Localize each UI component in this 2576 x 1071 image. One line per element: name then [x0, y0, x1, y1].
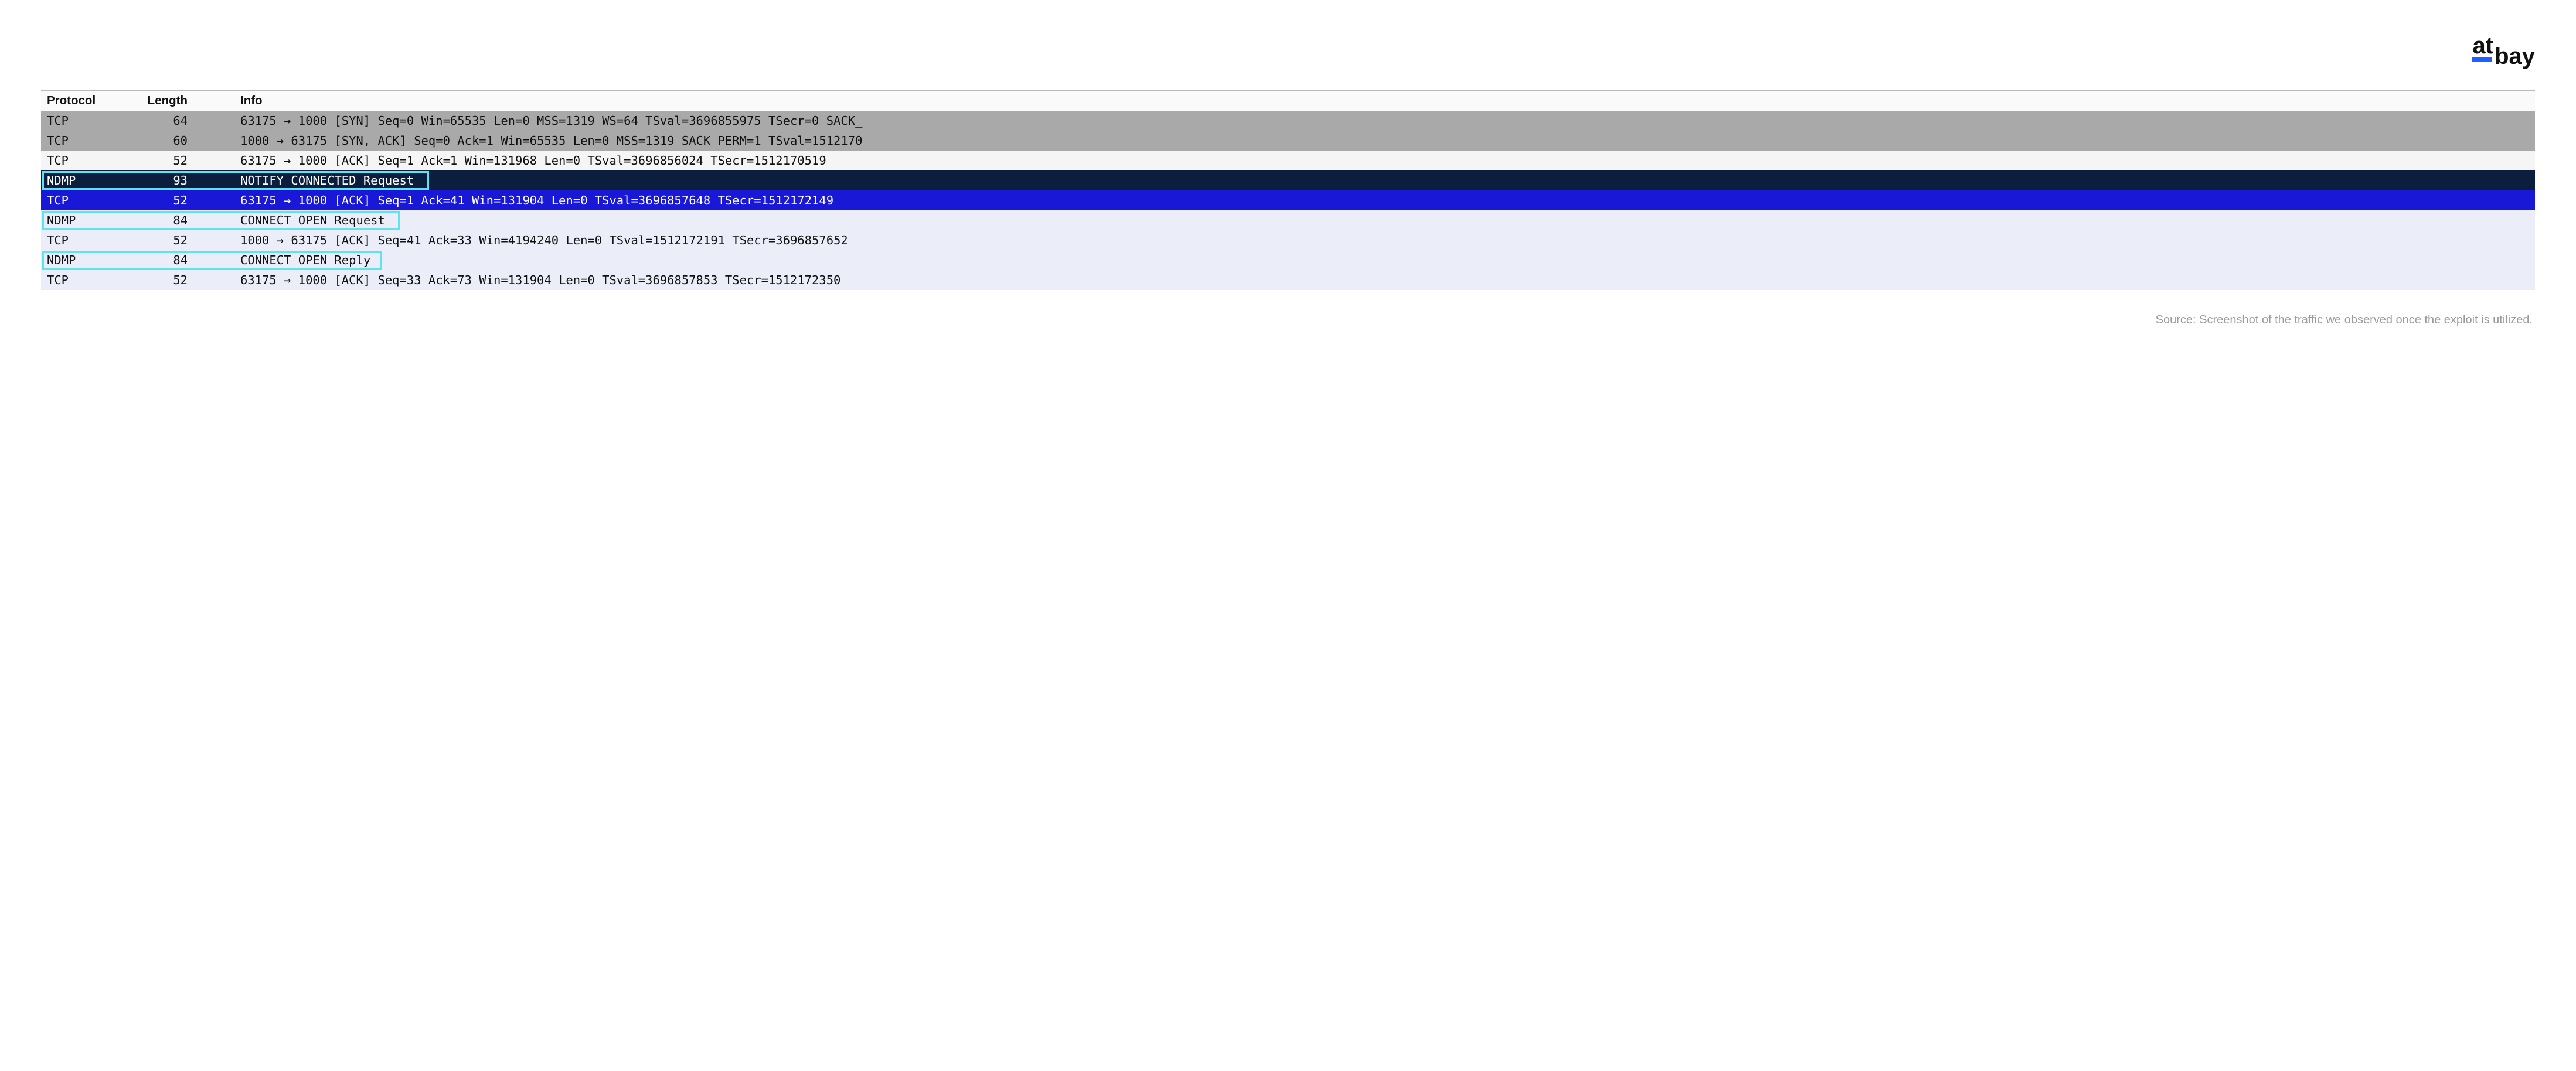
cell-length: 64 [135, 111, 234, 131]
cell-length: 52 [135, 271, 234, 290]
column-header-protocol[interactable]: Protocol [41, 91, 135, 111]
cell-info: CONNECT_OPEN Reply [234, 251, 2535, 270]
table-row[interactable]: TCP5263175 → 1000 [ACK] Seq=1 Ack=1 Win=… [41, 151, 2535, 170]
cell-protocol: TCP [41, 191, 135, 210]
cell-info: 63175 → 1000 [ACK] Seq=33 Ack=73 Win=131… [234, 271, 2535, 290]
cell-protocol: NDMP [41, 171, 135, 190]
logo-part-at: at [2472, 35, 2493, 56]
figure-caption: Source: Screenshot of the traffic we obs… [41, 313, 2535, 327]
cell-protocol: NDMP [41, 251, 135, 270]
cell-protocol: TCP [41, 151, 135, 170]
cell-length: 93 [135, 171, 234, 190]
cell-info: 63175 → 1000 [SYN] Seq=0 Win=65535 Len=0… [234, 111, 2535, 131]
cell-length: 60 [135, 131, 234, 151]
column-header-length[interactable]: Length [135, 91, 234, 111]
cell-protocol: NDMP [41, 211, 135, 230]
table-row[interactable]: NDMP93NOTIFY_CONNECTED Request [41, 170, 2535, 190]
cell-info: CONNECT_OPEN Request [234, 211, 2535, 230]
cell-length: 52 [135, 151, 234, 170]
cell-protocol: TCP [41, 111, 135, 131]
column-header-info[interactable]: Info [234, 91, 2535, 111]
cell-length: 52 [135, 191, 234, 210]
table-row[interactable]: TCP521000 → 63175 [ACK] Seq=41 Ack=33 Wi… [41, 230, 2535, 250]
cell-info: 63175 → 1000 [ACK] Seq=1 Ack=1 Win=13196… [234, 151, 2535, 170]
table-row[interactable]: TCP5263175 → 1000 [ACK] Seq=33 Ack=73 Wi… [41, 270, 2535, 290]
table-header-row: Protocol Length Info [41, 91, 2535, 111]
cell-length: 84 [135, 251, 234, 270]
cell-protocol: TCP [41, 231, 135, 250]
cell-length: 52 [135, 231, 234, 250]
table-row[interactable]: TCP6463175 → 1000 [SYN] Seq=0 Win=65535 … [41, 111, 2535, 131]
table-row[interactable]: NDMP84CONNECT_OPEN Request [41, 210, 2535, 230]
cell-info: 63175 → 1000 [ACK] Seq=1 Ack=41 Win=1319… [234, 191, 2535, 210]
table-row[interactable]: TCP601000 → 63175 [SYN, ACK] Seq=0 Ack=1… [41, 131, 2535, 151]
logo-underline [2472, 57, 2492, 62]
brand-logo: at bay [41, 35, 2535, 67]
cell-info: 1000 → 63175 [SYN, ACK] Seq=0 Ack=1 Win=… [234, 131, 2535, 151]
cell-protocol: TCP [41, 131, 135, 151]
packet-capture-table: Protocol Length Info TCP6463175 → 1000 [… [41, 90, 2535, 290]
table-row[interactable]: TCP5263175 → 1000 [ACK] Seq=1 Ack=41 Win… [41, 190, 2535, 210]
table-row[interactable]: NDMP84CONNECT_OPEN Reply [41, 250, 2535, 270]
logo-part-bay: bay [2495, 46, 2535, 67]
cell-info: NOTIFY_CONNECTED Request [234, 171, 2535, 190]
cell-info: 1000 → 63175 [ACK] Seq=41 Ack=33 Win=419… [234, 231, 2535, 250]
cell-length: 84 [135, 211, 234, 230]
cell-protocol: TCP [41, 271, 135, 290]
